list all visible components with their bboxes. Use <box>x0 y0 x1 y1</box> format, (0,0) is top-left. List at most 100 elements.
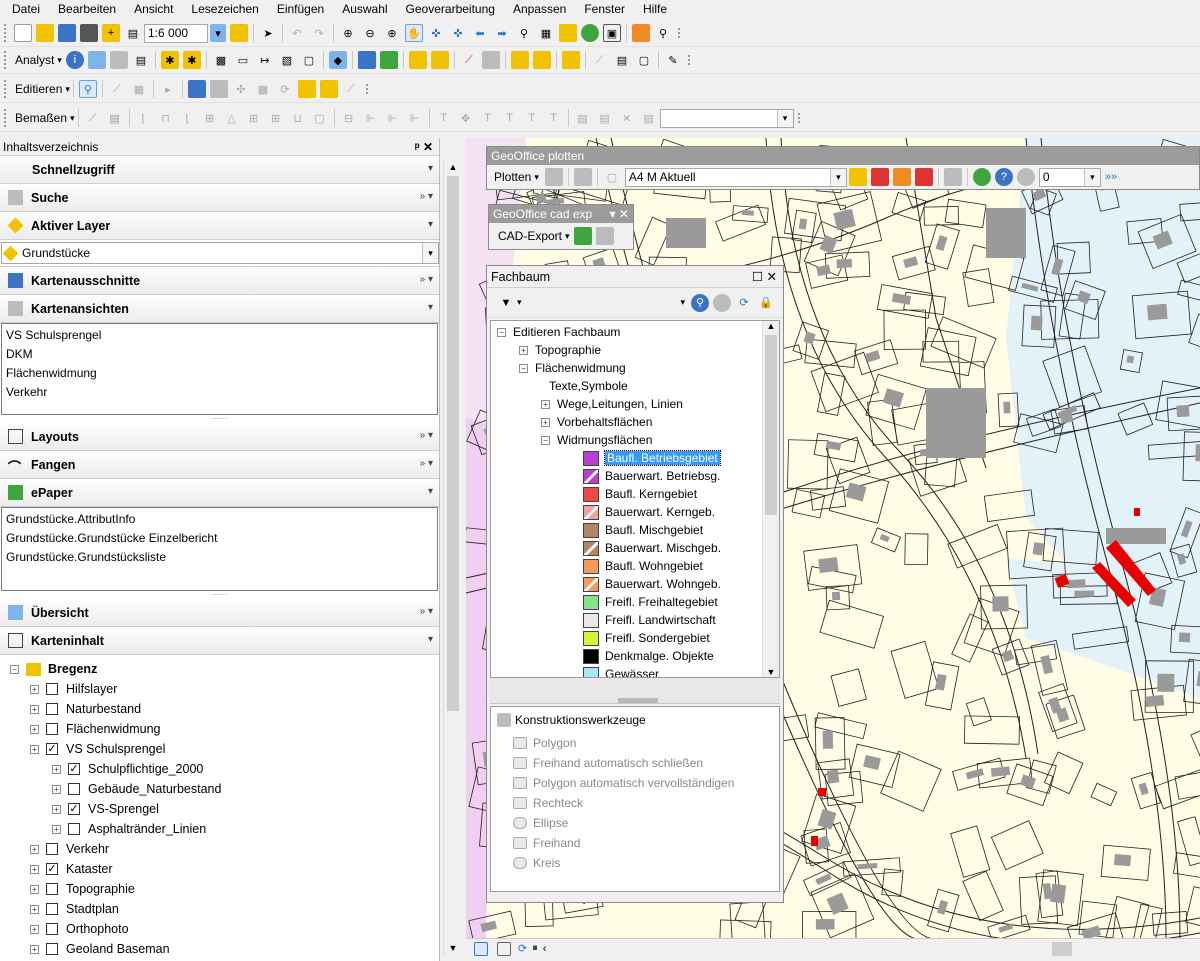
collapse-icon[interactable]: − <box>519 363 528 373</box>
graph-icon[interactable]: ⟋ <box>460 51 478 69</box>
zoom-out-icon[interactable]: ⊖ <box>361 24 379 42</box>
section-schnellzugriff[interactable]: Schnellzugriff ▾ <box>0 156 439 184</box>
info-icon[interactable]: i <box>65 51 84 69</box>
menu-hilfe[interactable]: Hilfe <box>643 2 675 16</box>
tool-freehand-close[interactable]: Freihand automatisch schließen <box>491 753 779 773</box>
filter-icon[interactable]: ▼ <box>497 294 515 312</box>
toolbar-grip[interactable] <box>4 109 8 127</box>
plot-remove-icon[interactable] <box>943 168 962 186</box>
comment-icon[interactable]: ▢ <box>635 51 653 69</box>
layer-row[interactable]: + ✓ Kataster <box>10 859 439 879</box>
lock-icon[interactable]: 🔒 <box>757 294 775 312</box>
layer-row[interactable]: + Stadtplan <box>10 899 439 919</box>
edit-vertex-icon[interactable]: ▦ <box>130 80 148 98</box>
section-aktiver-layer[interactable]: Aktiver Layer ▾ <box>0 212 439 240</box>
edit-tool-icon[interactable] <box>109 51 128 69</box>
section-epaper[interactable]: ePaper ▾ <box>0 479 439 507</box>
topology-icon[interactable] <box>187 80 206 98</box>
dim-split-icon[interactable]: ⊩ <box>406 109 424 127</box>
toolbar-grip[interactable] <box>4 24 8 42</box>
layer-checkbox[interactable] <box>68 783 80 795</box>
menu-bearbeiten[interactable]: Bearbeiten <box>58 2 124 16</box>
fixed-zoom-in-icon[interactable]: ✜ <box>427 24 445 42</box>
widmung-item[interactable]: Baufl. Kerngebiet <box>497 485 779 503</box>
collapse-icon[interactable]: − <box>541 435 550 445</box>
dim-prop-icon[interactable]: ▤ <box>574 109 592 127</box>
menu-einfuegen[interactable]: Einfügen <box>277 2 332 16</box>
collapse-icon[interactable]: − <box>497 327 506 337</box>
fixed-zoom-out-icon[interactable]: ✜ <box>449 24 467 42</box>
fachbaum-scrollbar[interactable]: ▲ ▼ <box>762 321 779 677</box>
layer-checkbox[interactable] <box>46 843 58 855</box>
layer-checkbox[interactable] <box>46 723 58 735</box>
add-data-icon[interactable]: + <box>102 24 120 42</box>
collapse-icon[interactable]: − <box>10 664 19 674</box>
toolbar-end[interactable] <box>686 55 690 65</box>
redo-icon[interactable]: ↷ <box>310 24 328 42</box>
identify-icon[interactable] <box>559 24 577 42</box>
expand-icon[interactable]: + <box>30 884 39 894</box>
dim-continue-icon[interactable]: ⊞ <box>245 109 263 127</box>
cad-export-menu[interactable]: CAD-Export <box>495 229 565 243</box>
layer-row[interactable]: + Geoland Baseman <box>10 939 439 959</box>
draw-tool-icon[interactable] <box>379 51 398 69</box>
brush-icon[interactable]: ✎ <box>664 51 682 69</box>
tool-rectangle[interactable]: Rechteck <box>491 793 779 813</box>
list-item[interactable]: Grundstücke.Grundstücke Einzelbericht <box>6 529 433 548</box>
dim-edit-icon[interactable]: ▤ <box>106 109 124 127</box>
edit-annotation-icon[interactable]: ⟋ <box>108 80 126 98</box>
zoom-in-icon[interactable]: ⊕ <box>339 24 357 42</box>
expand-icon[interactable]: + <box>541 399 550 409</box>
plotten-menu[interactable]: Plotten <box>491 170 534 184</box>
layer-row[interactable]: + Topographie <box>10 879 439 899</box>
dim-rotated-icon[interactable]: ⌊ <box>179 109 197 127</box>
analyst-menu[interactable]: Analyst <box>12 53 57 67</box>
print-icon[interactable] <box>80 24 98 42</box>
tree-node-topographie[interactable]: + Topographie <box>497 341 779 359</box>
scale-dropdown-icon[interactable]: ▾ <box>210 24 226 42</box>
list-item[interactable]: Flächenwidmung <box>6 364 433 383</box>
expand-icon[interactable]: + <box>30 944 39 954</box>
layer-row[interactable]: + Orthophoto <box>10 919 439 939</box>
expand-icon[interactable]: + <box>30 684 39 694</box>
toolbar-end[interactable] <box>676 28 680 38</box>
layer-checkbox[interactable]: ✓ <box>46 863 58 875</box>
section-kartenansichten[interactable]: Kartenansichten ▾ <box>0 295 439 323</box>
distance-icon[interactable]: ↦ <box>256 51 274 69</box>
dim-flag-icon[interactable]: ⊩ <box>362 109 380 127</box>
plot-help-icon[interactable]: ? <box>994 168 1013 186</box>
layer-row[interactable]: + Verkehr <box>10 839 439 859</box>
expand-icon[interactable]: + <box>519 345 528 355</box>
picture-icon[interactable] <box>481 51 500 69</box>
cad-window-title[interactable]: GeoOffice cad exp ▾ ✕ <box>489 205 633 223</box>
cad-export-icon[interactable] <box>573 227 592 245</box>
toc-close-icon[interactable]: ᵖ ✕ <box>415 138 433 156</box>
python-icon[interactable] <box>632 24 650 42</box>
tree-node-vorbehalt[interactable]: + Vorbehaltsflächen <box>497 413 779 431</box>
tree-root[interactable]: − Bregenz <box>10 659 439 679</box>
dim-triangle-icon[interactable]: △ <box>223 109 241 127</box>
list-item[interactable]: Grundstücke.AttributInfo <box>6 510 433 529</box>
widmung-item[interactable]: Baufl. Mischgebiet <box>497 521 779 539</box>
widmung-item[interactable]: Baufl. Wohngebiet <box>497 557 779 575</box>
dim-offset-icon[interactable]: ⊔ <box>289 109 307 127</box>
back-icon[interactable]: ⬅ <box>471 24 489 42</box>
plot-settings-icon[interactable] <box>544 168 563 186</box>
tool-auto-complete[interactable]: Polygon automatisch vervollständigen <box>491 773 779 793</box>
rotate-icon[interactable]: ⟳ <box>276 80 294 98</box>
active-layer-combo[interactable]: Grundstücke ▾ <box>1 242 439 264</box>
layer-checkbox[interactable] <box>46 683 58 695</box>
search-icon[interactable]: ⚲ <box>691 293 709 312</box>
layer-checkbox[interactable] <box>46 943 58 955</box>
splitter[interactable]: .......... <box>0 591 439 599</box>
widmung-item[interactable]: Bauerwart. Betriebsg. <box>497 467 779 485</box>
menu-geoverarbeitung[interactable]: Geoverarbeitung <box>406 2 503 16</box>
menu-datei[interactable]: Datei <box>12 2 48 16</box>
plot-value-combo[interactable]: 0 ▾ <box>1038 167 1101 187</box>
expand-icon[interactable]: + <box>30 724 39 734</box>
overflow-chevron-icon[interactable]: »» <box>1105 171 1117 183</box>
expand-icon[interactable]: + <box>30 924 39 934</box>
panel-splitter[interactable] <box>490 678 780 704</box>
dim-linear-icon[interactable]: ⊓ <box>157 109 175 127</box>
marker-icon[interactable] <box>532 51 551 69</box>
